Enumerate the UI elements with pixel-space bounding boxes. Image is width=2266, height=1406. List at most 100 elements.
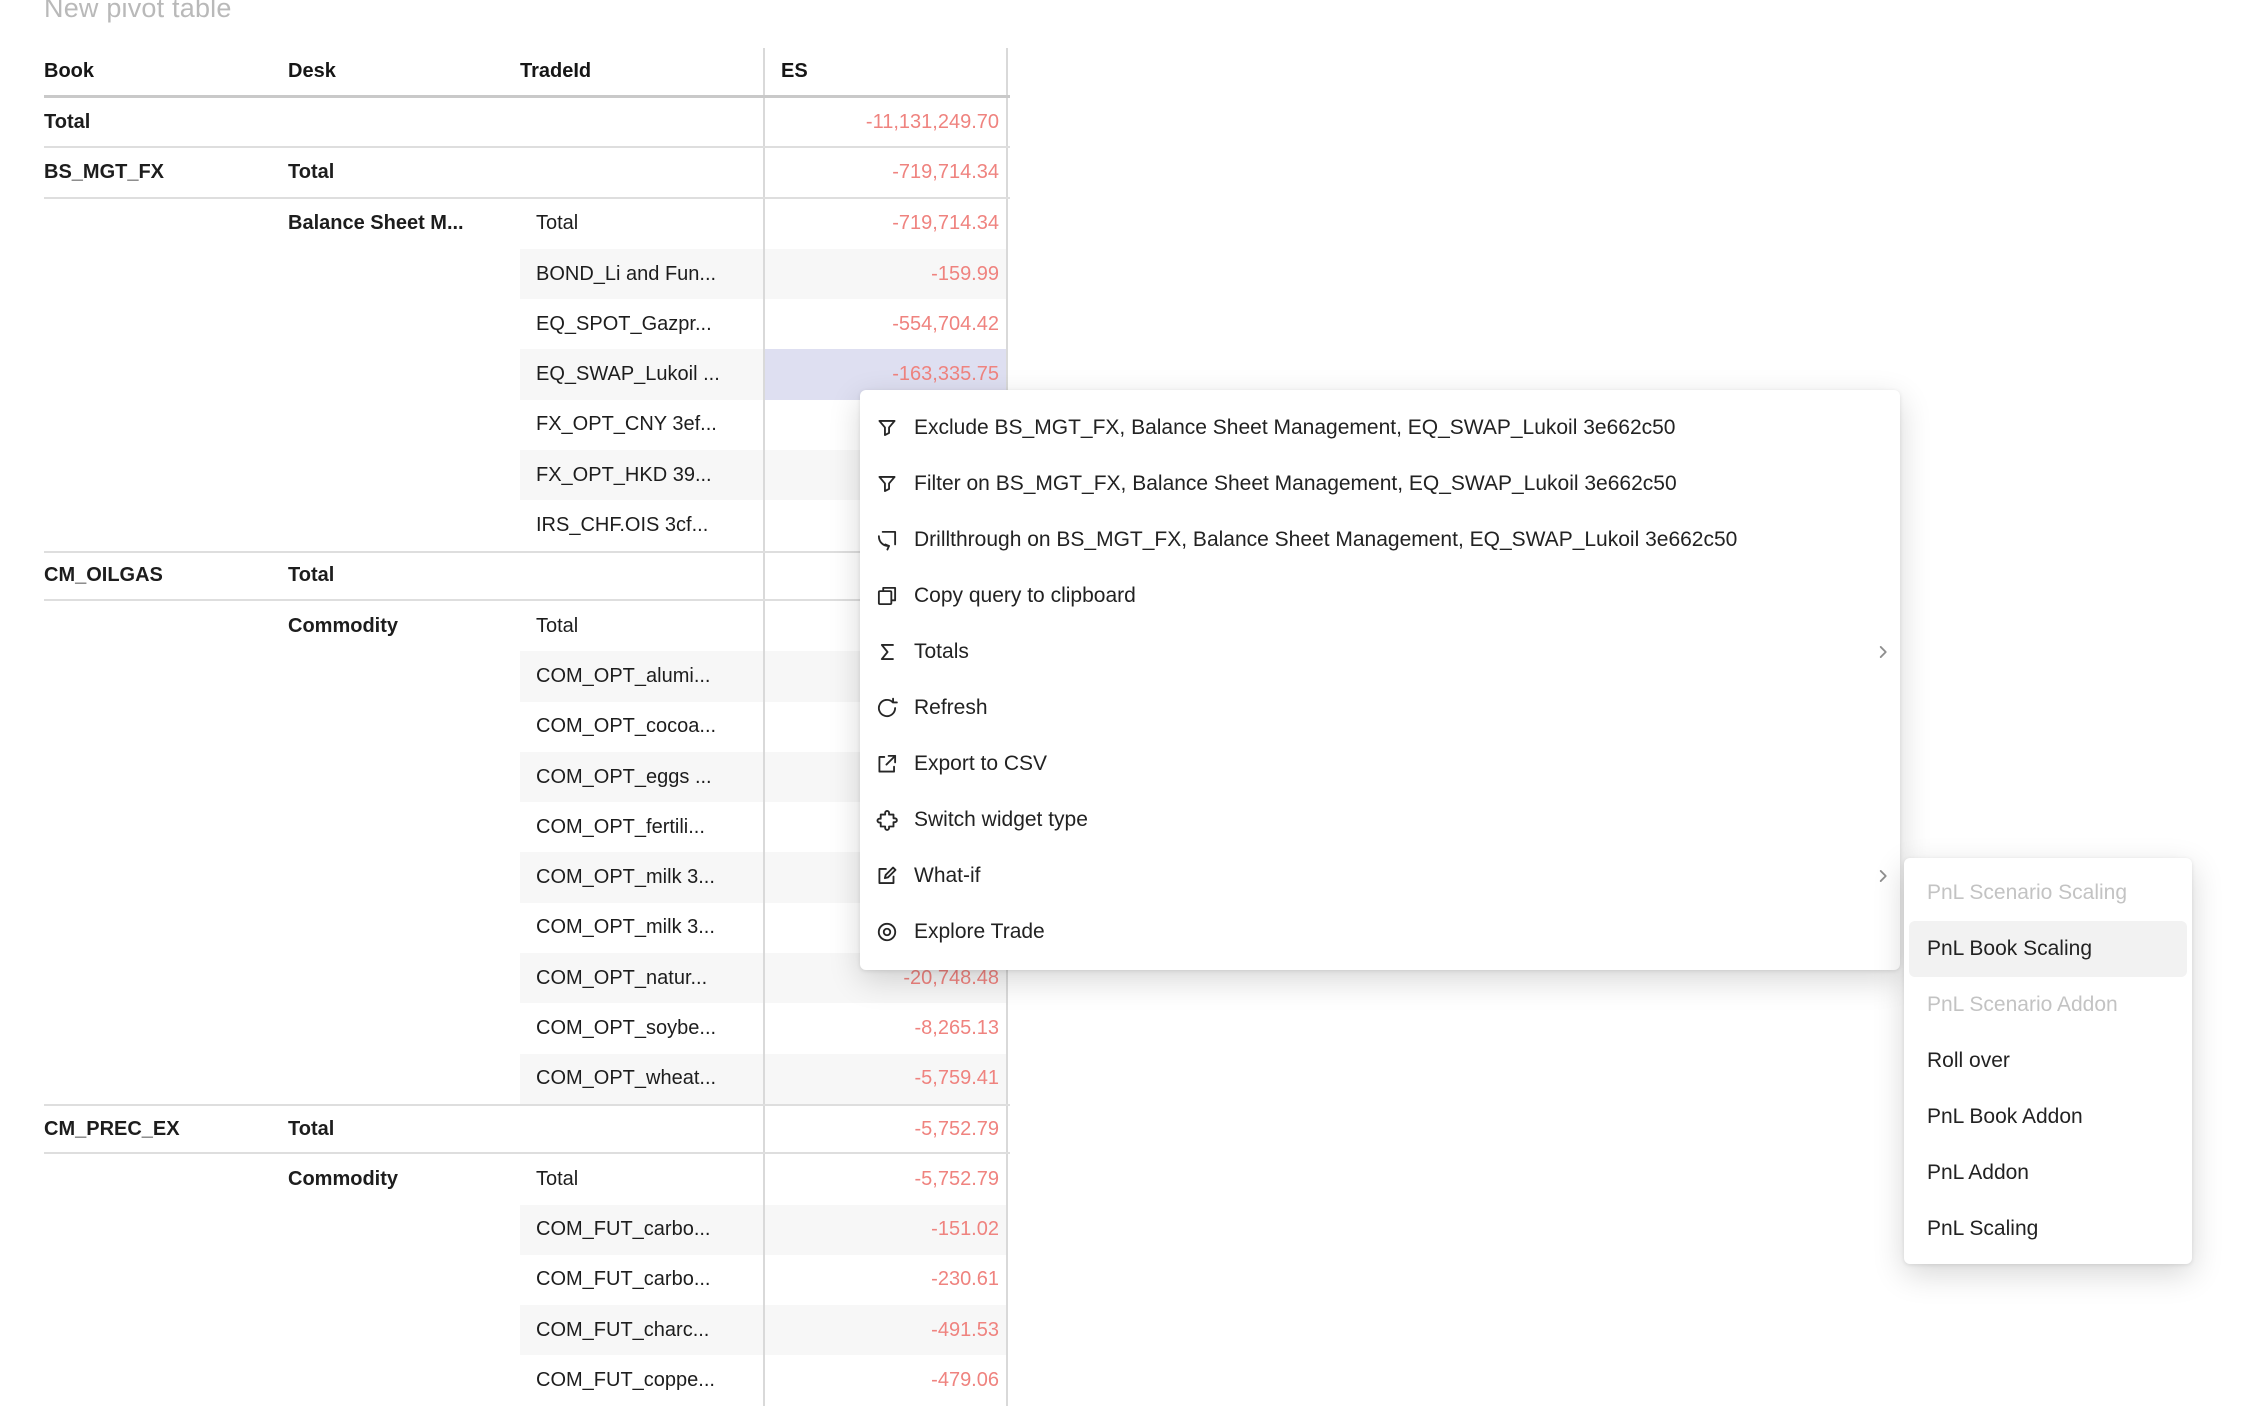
export-icon <box>874 751 900 777</box>
cell-tradeid[interactable]: COM_OPT_alumi... <box>520 651 763 701</box>
table-row: BS_MGT_FXTotal -719,714.34 <box>44 148 1010 198</box>
menu-item-drillthrough[interactable]: Drillthrough on BS_MGT_FX, Balance Sheet… <box>860 512 1900 568</box>
cell-desk <box>288 249 520 299</box>
cell-desk <box>288 500 520 550</box>
cell-tradeid[interactable]: COM_OPT_wheat... <box>520 1054 763 1104</box>
cell-tradeid[interactable]: COM_OPT_milk 3... <box>520 903 763 953</box>
submenu-item-pnl-scenario-scaling: PnL Scenario Scaling <box>1909 865 2187 921</box>
cell-tradeid[interactable]: COM_FUT_coppe... <box>520 1355 763 1405</box>
cell-es-value[interactable]: -159.99 <box>763 249 1008 299</box>
cell-es-value[interactable]: -554,704.42 <box>763 299 1008 349</box>
cell-tradeid[interactable]: FX_OPT_CNY 3ef... <box>520 400 763 450</box>
copy-icon <box>874 583 900 609</box>
cell-desk <box>288 1305 520 1355</box>
cell-book <box>44 199 288 249</box>
cell-es-value[interactable]: -719,714.34 <box>763 148 1008 196</box>
cell-book <box>44 1054 288 1104</box>
cell-tradeid[interactable]: COM_FUT_carbo... <box>520 1205 763 1255</box>
column-header-book[interactable]: Book <box>44 48 288 95</box>
cell-book <box>44 1154 288 1204</box>
cell-book[interactable]: Total <box>44 98 288 146</box>
column-header-es[interactable]: ES <box>763 48 1008 95</box>
menu-item-copy-query[interactable]: Copy query to clipboard <box>860 568 1900 624</box>
table-row: COM_FUT_carbo...-230.61 <box>44 1255 1010 1305</box>
cell-desk[interactable]: Total <box>288 553 520 599</box>
cell-tradeid[interactable]: COM_OPT_milk 3... <box>520 852 763 902</box>
submenu-item-roll-over[interactable]: Roll over <box>1909 1033 2187 1089</box>
cell-book[interactable]: BS_MGT_FX <box>44 148 288 196</box>
cell-desk[interactable]: Balance Sheet M... <box>288 199 520 249</box>
cell-tradeid[interactable]: EQ_SPOT_Gazpr... <box>520 299 763 349</box>
cell-desk[interactable]: Commodity <box>288 601 520 651</box>
cell-es-value[interactable]: -5,759.41 <box>763 1054 1008 1104</box>
cell-book <box>44 903 288 953</box>
cell-tradeid[interactable]: COM_OPT_eggs ... <box>520 752 763 802</box>
filter-icon <box>874 471 900 497</box>
page-title: New pivot table <box>44 0 232 24</box>
cell-book <box>44 802 288 852</box>
cell-desk <box>288 852 520 902</box>
menu-item-refresh[interactable]: Refresh <box>860 680 1900 736</box>
cell-book <box>44 651 288 701</box>
sigma-icon <box>874 639 900 665</box>
explore-icon <box>874 919 900 945</box>
menu-item-explore-trade[interactable]: Explore Trade <box>860 904 1900 960</box>
table-row: Total -11,131,249.70 <box>44 98 1010 148</box>
cell-desk[interactable]: Total <box>288 1106 520 1152</box>
cell-desk <box>288 1255 520 1305</box>
table-row: Balance Sheet M...Total-719,714.34 <box>44 199 1010 249</box>
menu-item-export-csv[interactable]: Export to CSV <box>860 736 1900 792</box>
cell-desk[interactable]: Total <box>288 148 520 196</box>
cell-es-value[interactable]: -5,752.79 <box>763 1154 1008 1204</box>
cell-book <box>44 1305 288 1355</box>
menu-item-switch-widget-type[interactable]: Switch widget type <box>860 792 1900 848</box>
submenu-item-pnl-scaling[interactable]: PnL Scaling <box>1909 1201 2187 1257</box>
table-row: BOND_Li and Fun...-159.99 <box>44 249 1010 299</box>
cell-es-value[interactable]: -719,714.34 <box>763 199 1008 249</box>
cell-tradeid[interactable]: Total <box>520 601 763 651</box>
cell-tradeid[interactable]: COM_OPT_fertili... <box>520 802 763 852</box>
menu-item-filter-on[interactable]: Filter on BS_MGT_FX, Balance Sheet Manag… <box>860 456 1900 512</box>
column-header-tradeid[interactable]: TradeId <box>520 48 763 95</box>
cell-book[interactable]: CM_PREC_EX <box>44 1106 288 1152</box>
cell-book <box>44 601 288 651</box>
cell-es-value[interactable]: -151.02 <box>763 1205 1008 1255</box>
menu-item-what-if[interactable]: What-if <box>860 848 1900 904</box>
table-row: EQ_SPOT_Gazpr...-554,704.42 <box>44 299 1010 349</box>
table-row: COM_OPT_wheat...-5,759.41 <box>44 1054 1010 1104</box>
edit-icon <box>874 863 900 889</box>
menu-item-exclude[interactable]: Exclude BS_MGT_FX, Balance Sheet Managem… <box>860 400 1900 456</box>
menu-item-totals[interactable]: Totals <box>860 624 1900 680</box>
column-header-desk[interactable]: Desk <box>288 48 520 95</box>
submenu-item-pnl-book-addon[interactable]: PnL Book Addon <box>1909 1089 2187 1145</box>
submenu-arrow-icon <box>1872 865 1894 887</box>
cell-es-value[interactable]: -230.61 <box>763 1255 1008 1305</box>
cell-tradeid[interactable]: EQ_SWAP_Lukoil ... <box>520 349 763 399</box>
cell-es-value[interactable]: -491.53 <box>763 1305 1008 1355</box>
cell-es-value[interactable]: -479.06 <box>763 1355 1008 1405</box>
submenu-item-pnl-addon[interactable]: PnL Addon <box>1909 1145 2187 1201</box>
cell-tradeid[interactable]: COM_OPT_natur... <box>520 953 763 1003</box>
cell-desk[interactable]: Commodity <box>288 1154 520 1204</box>
cell-tradeid[interactable]: IRS_CHF.OIS 3cf... <box>520 500 763 550</box>
cell-tradeid[interactable]: Total <box>520 1154 763 1204</box>
submenu-item-pnl-book-scaling[interactable]: PnL Book Scaling <box>1909 921 2187 977</box>
cell-desk <box>288 903 520 953</box>
menu-item-label: Refresh <box>914 696 1894 720</box>
cell-tradeid[interactable]: FX_OPT_HKD 39... <box>520 450 763 500</box>
cell-book[interactable]: CM_OILGAS <box>44 553 288 599</box>
cell-es-value[interactable]: -8,265.13 <box>763 1003 1008 1053</box>
context-menu: Exclude BS_MGT_FX, Balance Sheet Managem… <box>860 390 1900 970</box>
cell-tradeid[interactable]: COM_OPT_soybe... <box>520 1003 763 1053</box>
cell-desk <box>288 953 520 1003</box>
cell-tradeid[interactable]: COM_OPT_cocoa... <box>520 702 763 752</box>
menu-item-label: Exclude BS_MGT_FX, Balance Sheet Managem… <box>914 416 1894 440</box>
cell-tradeid[interactable]: COM_FUT_charc... <box>520 1305 763 1355</box>
cell-tradeid[interactable]: COM_FUT_carbo... <box>520 1255 763 1305</box>
cell-desk <box>288 702 520 752</box>
cell-es-value[interactable]: -5,752.79 <box>763 1106 1008 1152</box>
cell-tradeid[interactable]: BOND_Li and Fun... <box>520 249 763 299</box>
exclude-filter-icon <box>874 415 900 441</box>
cell-es-value[interactable]: -11,131,249.70 <box>763 98 1008 146</box>
cell-tradeid[interactable]: Total <box>520 199 763 249</box>
